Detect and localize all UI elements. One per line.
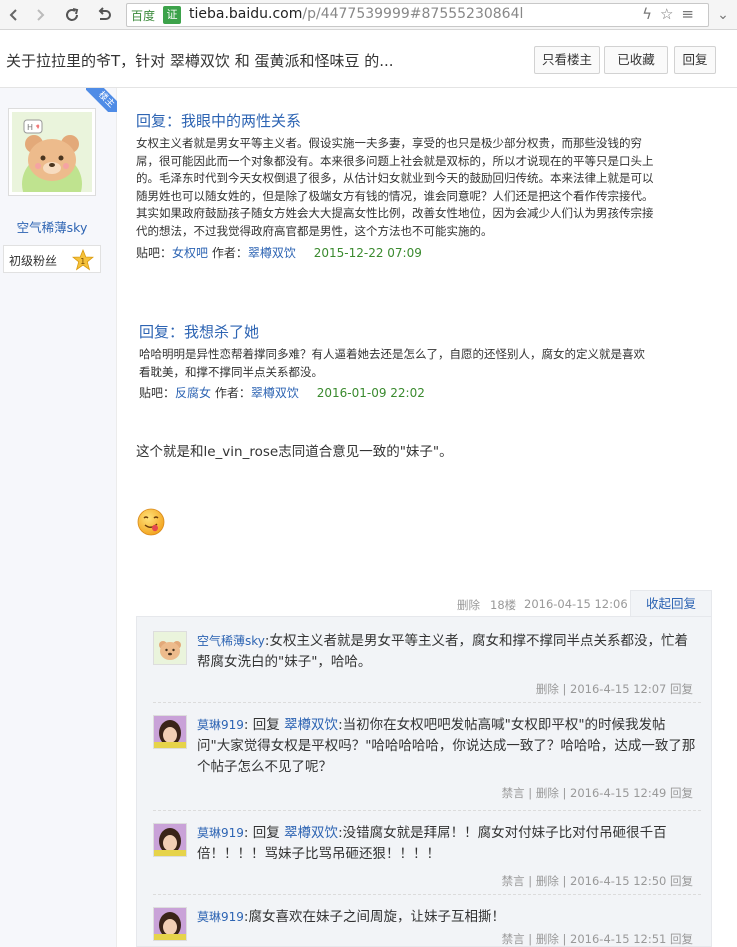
bar-link[interactable]: 女权吧 [172,246,208,260]
delete-link[interactable]: 删除 [457,597,480,613]
comment-avatar[interactable] [153,907,187,941]
url-path: /p/4477539999#87555230864l [302,6,524,22]
reply-target[interactable]: 翠樽双饮 [284,717,338,733]
fan-level[interactable]: 初级粉丝 1 [3,245,101,273]
comment-text: 莫琳919: 回复 翠樽双饮:没错腐女就是拜屌！！腐女对付妹子比对付吊砸很千百倍… [197,823,697,865]
comment-separator: : [243,717,249,733]
quoted-post-time: 2016-01-09 22:02 [316,386,425,401]
author-name[interactable]: 空气稀薄sky [0,217,104,236]
site-identity: 百度 [131,9,156,23]
chevron-left-icon [9,9,17,21]
quoted-post-time: 2015-12-22 07:09 [313,245,422,260]
girl-avatar-icon [154,824,186,856]
post-content: 回复：我眼中的两性关系 女权主义者就是男女平等主义者。假设实施一夫多妻，享受的也… [118,88,737,947]
quoted-post-title[interactable]: 回复：我想杀了她 [139,321,649,342]
comment-username[interactable]: 莫琳919 [197,718,244,732]
only-op-button[interactable]: 只看楼主 [534,46,600,74]
svg-text:H: H [27,123,33,132]
comment-actions[interactable]: 禁言 | 删除 | 2016-4-15 12:50 回复 [502,873,693,889]
comment-content: 腐女喜欢在妹子之间周旋，让妹子互相撕！ [248,909,505,925]
comment-divider [153,702,701,703]
comment-text: 空气稀薄sky:女权主义者就是男女平等主义者，腐女和撑不撑同半点关系都没，忙着帮… [197,631,697,673]
undo-button[interactable] [92,3,116,27]
reload-button[interactable] [60,3,84,27]
chevron-right-icon [37,9,45,21]
verified-badge: 证 [163,6,181,24]
back-button[interactable] [2,3,26,27]
fan-level-label: 初级粉丝 [9,254,58,268]
floor-number: 18楼 [490,598,517,612]
comment-divider [153,894,701,895]
author-link[interactable]: 翠樽双饮 [248,246,296,260]
level-star-icon: 1 [72,249,94,271]
reply-word: 回复 [252,717,285,733]
collected-button[interactable]: 已收藏 [604,46,668,74]
collapse-replies-button[interactable]: 收起回复 [630,590,712,618]
comment-content: 女权主义者就是男女平等主义者，腐女和撑不撑同半点关系都没，忙着帮腐女洗白的"妹子… [197,633,688,670]
bar-label: 贴吧： [139,386,176,401]
quoted-post: 回复：我想杀了她 哈哈明明是异性恋帮着撑同多难？有人逼着她去还是怎么了，自愿的还… [139,321,649,401]
comment-avatar[interactable] [153,631,187,665]
quoted-post-meta: 贴吧：女权吧 作者：翠樽双饮 2015-12-22 07:09 [136,244,656,261]
browser-toolbar: 百度 证 tieba.baidu.com/p/4477539999#875552… [0,0,737,30]
level-number: 1 [80,257,85,266]
author-label: 作者： [211,245,248,260]
menu-icon[interactable]: ≡ [681,5,702,23]
post-time: 2016-04-15 12:06 [524,597,628,611]
comment-list: 空气稀薄sky: 女权主义者就是男女平等主义者，腐女和撑不撑同半点关系都没，忙着帮… [136,616,712,947]
url-host: tieba.baidu.com [189,6,303,22]
thread-header: 关于拉拉里的爷T，针对 翠樽双饮 和 蛋黄派和怪味豆 的... 只看楼主 已收藏… [0,30,737,88]
chevron-down-icon[interactable]: ⌄ [712,3,734,27]
bear-avatar-icon [154,632,186,664]
girl-avatar-icon [154,908,186,940]
comment-text: 莫琳919:腐女喜欢在妹子之间周旋，让妹子互相撕！ [197,907,697,928]
bar-link[interactable]: 反腐女 [175,386,211,400]
quoted-post-title[interactable]: 回复：我眼中的两性关系 [136,110,656,131]
post-text: 这个就是和le_vin_rose志同道合意见一致的"妹子"。 [136,444,453,460]
comment-actions[interactable]: 禁言 | 删除 | 2016-4-15 12:49 回复 [502,785,693,801]
comment-separator: : [243,825,249,841]
reload-icon [66,8,79,21]
author-label: 作者： [214,386,251,401]
comment-divider [153,810,701,811]
forward-button[interactable] [28,3,52,27]
author-column: 楼主 H 空气稀薄sky 初级粉丝 1 [0,88,117,947]
bar-label: 贴吧： [136,245,173,260]
reply-word: 回复 [252,825,285,841]
girl-avatar-icon [154,716,186,748]
author-avatar[interactable]: H [8,108,96,196]
quoted-post-meta: 贴吧：反腐女 作者：翠樽双饮 2016-01-09 22:02 [139,384,649,401]
reply-target[interactable]: 翠樽双饮 [284,825,338,841]
bear-avatar-icon: H [12,112,92,192]
quoted-post: 回复：我眼中的两性关系 女权主义者就是男女平等主义者。假设实施一夫多妻，享受的也… [136,110,656,261]
url-text: tieba.baidu.com/p/4477539999#87555230864… [189,6,523,22]
comment-username[interactable]: 空气稀薄sky [197,634,265,648]
comment-actions[interactable]: 禁言 | 删除 | 2016-4-15 12:51 回复 [502,931,693,947]
quoted-post-body: 女权主义者就是男女平等主义者。假设实施一夫多妻，享受的也只是极少部分权贵，而那些… [136,136,654,238]
author-link[interactable]: 翠樽双饮 [251,386,299,400]
star-icon[interactable]: ☆ [660,5,681,23]
comment-actions[interactable]: 删除 | 2016-4-15 12:07 回复 [536,681,693,697]
reply-button[interactable]: 回复 [674,46,716,74]
lightning-icon[interactable]: ϟ [642,5,660,23]
url-actions: ϟ☆≡ [642,5,702,23]
tongue-emoji-icon [137,508,165,536]
post-footer: 删除 18楼 2016-04-15 12:06 收起回复 [118,588,737,618]
comment-avatar[interactable] [153,823,187,857]
thread-title: 关于拉拉里的爷T，针对 翠樽双饮 和 蛋黄派和怪味豆 的... [6,52,394,70]
comment-username[interactable]: 莫琳919 [197,826,244,840]
quoted-post-body: 哈哈明明是异性恋帮着撑同多难？有人逼着她去还是怎么了，自愿的还怪别人，腐女的定义… [139,347,645,379]
undo-icon [98,7,111,20]
address-bar[interactable]: 百度 证 tieba.baidu.com/p/4477539999#875552… [126,3,709,27]
comment-text: 莫琳919: 回复 翠樽双饮:当初你在女权吧吧发帖高喊"女权即平权"的时候我发帖… [197,715,697,778]
comment-username[interactable]: 莫琳919 [197,910,244,924]
comment-avatar[interactable] [153,715,187,749]
